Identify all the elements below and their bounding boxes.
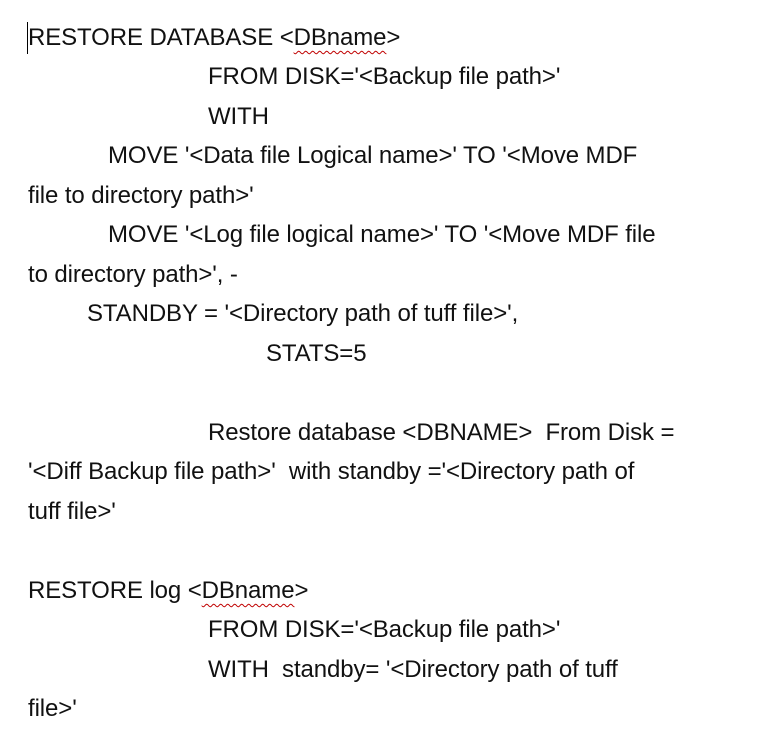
standby-line: STANDBY = '<Directory path of tuff file>…: [87, 300, 519, 327]
document-page[interactable]: RESTORE DATABASE <DBname> FROM DISK='<Ba…: [0, 0, 765, 743]
log-with-standby-line: WITH standby= '<Directory path of tuff: [208, 656, 618, 683]
restore-diff-line: Restore database <DBNAME> From Disk =: [208, 419, 675, 446]
line-text: >: [294, 577, 309, 604]
line-text: RESTORE log <: [28, 577, 202, 604]
move-data-line-cont: file to directory path>': [28, 182, 254, 209]
log-with-standby-line-cont: file>': [28, 695, 77, 722]
restore-database-line: RESTORE DATABASE <DBname>: [28, 24, 400, 52]
misspelled-word[interactable]: DBname: [294, 24, 387, 51]
move-data-line: MOVE '<Data file Logical name>' TO '<Mov…: [108, 142, 638, 169]
misspelled-word[interactable]: DBname: [202, 577, 295, 604]
line-text: >: [386, 24, 401, 51]
restore-diff-line-end: tuff file>': [28, 498, 116, 525]
with-line: WITH: [208, 103, 269, 130]
stats-line: STATS=5: [266, 340, 367, 367]
move-log-line-cont: to directory path>', -: [28, 261, 238, 288]
move-log-line: MOVE '<Log file logical name>' TO '<Move…: [108, 221, 656, 248]
restore-diff-line-cont: '<Diff Backup file path>' with standby =…: [28, 458, 635, 485]
log-from-disk-line: FROM DISK='<Backup file path>': [208, 616, 561, 643]
from-disk-line: FROM DISK='<Backup file path>': [208, 63, 561, 90]
restore-log-line: RESTORE log <DBname>: [28, 577, 308, 605]
line-text: RESTORE DATABASE <: [28, 24, 294, 51]
